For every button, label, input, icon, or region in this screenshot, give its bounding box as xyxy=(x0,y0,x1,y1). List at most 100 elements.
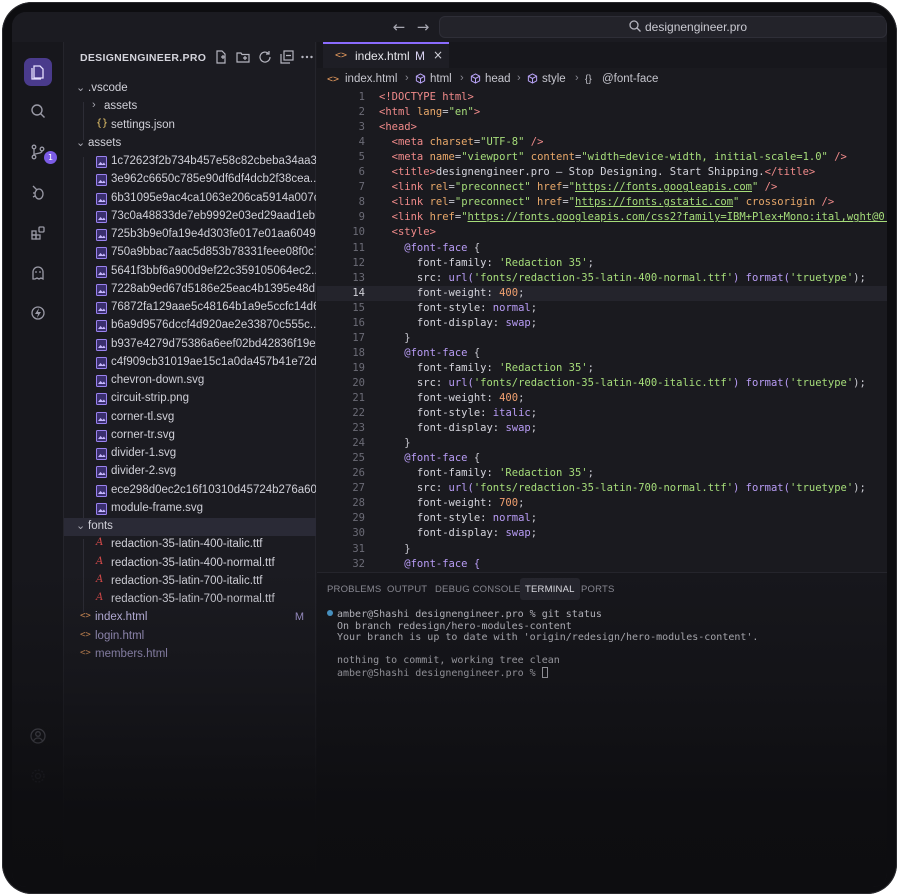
file-item[interactable]: 7228ab9ed67d5186e25eac4b1395e48d... xyxy=(64,281,316,299)
file-item[interactable]: Aredaction-35-latin-700-normal.ttf xyxy=(64,591,316,609)
file-item[interactable]: 76872fa129aae5c48164b1a9e5ccfc14d6... xyxy=(64,299,316,317)
file-item[interactable]: divider-1.svg xyxy=(64,445,316,463)
code-token: font-display: xyxy=(379,422,506,435)
code-token: ; xyxy=(530,527,538,540)
file-item[interactable]: <> login.html xyxy=(64,628,316,646)
breadcrumb-item[interactable]: html xyxy=(430,73,452,85)
code-token: "UTF-8" xyxy=(480,136,525,149)
run-debug-icon[interactable] xyxy=(24,179,52,207)
breadcrumb-item[interactable]: head xyxy=(485,73,511,85)
file-item[interactable]: c4f909cb31019ae15c1a0da457b41e72dc... xyxy=(64,354,316,372)
file-item[interactable]: 3e962c6650c785e90df6df4dcb2f38cea... xyxy=(64,171,316,189)
line-content: } xyxy=(379,543,410,555)
code-line[interactable]: 12 font-family: 'Redaction 35'; xyxy=(317,256,887,271)
code-line[interactable]: 5 <meta name="viewport" content="width=d… xyxy=(317,150,887,165)
new-file-icon[interactable] xyxy=(214,50,228,64)
search-icon[interactable] xyxy=(24,97,52,125)
more-icon[interactable] xyxy=(300,50,314,64)
code-line[interactable]: 15 font-style: normal; xyxy=(317,301,887,316)
panel-tab-problems[interactable]: PROBLEMS xyxy=(327,578,381,600)
bottom-panel: PROBLEMS OUTPUT DEBUG CONSOLE TERMINAL PORTS… xyxy=(317,572,887,887)
code-line[interactable]: 14 font-weight: 400; xyxy=(317,285,887,301)
file-item[interactable]: 750a9bbac7aac5d853b78331feee08f0c7... xyxy=(64,244,316,262)
code-token: { xyxy=(467,346,481,359)
folder-item[interactable]: ⌄ .vscode xyxy=(64,80,316,98)
code-line[interactable]: 24 } xyxy=(317,436,887,451)
panel-tab-ports[interactable]: PORTS xyxy=(581,578,615,600)
code-line[interactable]: 29 font-style: normal; xyxy=(317,511,887,526)
code-line[interactable]: 25 @font-face { xyxy=(317,451,887,466)
code-line[interactable]: 27 src: url('fonts/redaction-35-latin-70… xyxy=(317,481,887,496)
file-item[interactable]: corner-tl.svg xyxy=(64,409,316,427)
code-line[interactable]: 2 <html lang="en"> xyxy=(317,105,887,120)
code-line[interactable]: 8 <link rel="preconnect" href="https://f… xyxy=(317,195,887,210)
code-line[interactable]: 20 src: url('fonts/redaction-35-latin-40… xyxy=(317,376,887,391)
file-item[interactable]: 73c0a48833de7eb9992e03ed29aad1eb... xyxy=(64,208,316,226)
copilot-icon[interactable] xyxy=(24,259,52,287)
code-line[interactable]: 7 <link rel="preconnect" href="https://f… xyxy=(317,180,887,195)
code-line[interactable]: 13 src: url('fonts/redaction-35-latin-40… xyxy=(317,271,887,286)
code-line[interactable]: 17 } xyxy=(317,331,887,346)
file-item[interactable]: ece298d0ec2c16f10310d45724b276a60... xyxy=(64,482,316,500)
code-line[interactable]: 32 @font-face { xyxy=(317,557,887,572)
new-folder-icon[interactable] xyxy=(236,50,250,64)
code-editor[interactable]: 1 <!DOCTYPE html> 2 <html lang="en"> 3 <head>… xyxy=(317,90,887,572)
code-line[interactable]: 4 <meta charset="UTF-8" /> xyxy=(317,135,887,150)
tab-index-html[interactable]: <> index.html M × xyxy=(323,42,449,68)
file-item[interactable]: module-frame.svg xyxy=(64,500,316,518)
panel-tab-debug-console[interactable]: DEBUG CONSOLE xyxy=(435,578,520,600)
close-icon[interactable]: × xyxy=(433,48,443,62)
code-line[interactable]: 18 @font-face { xyxy=(317,346,887,361)
folder-item[interactable]: › assets xyxy=(64,98,316,116)
file-item[interactable]: circuit-strip.png xyxy=(64,390,316,408)
code-line[interactable]: 1 <!DOCTYPE html> xyxy=(317,90,887,105)
file-item[interactable]: chevron-down.svg xyxy=(64,372,316,390)
code-line[interactable]: 23 font-display: swap; xyxy=(317,421,887,436)
code-line[interactable]: 10 <style> xyxy=(317,225,887,240)
code-line[interactable]: 21 font-weight: 400; xyxy=(317,391,887,406)
deploy-icon[interactable] xyxy=(24,299,52,327)
code-line[interactable]: 28 font-weight: 700; xyxy=(317,496,887,511)
extensions-icon[interactable] xyxy=(24,219,52,247)
file-item[interactable]: 725b3b9e0fa19e4d303fe017e01aa60491... xyxy=(64,226,316,244)
folder-item[interactable]: ⌄ fonts xyxy=(64,518,316,536)
file-item[interactable]: b937e4279d75386a6eef02bd42836f19e... xyxy=(64,336,316,354)
code-line[interactable]: 11 @font-face { xyxy=(317,241,887,256)
breadcrumb-item[interactable]: index.html xyxy=(345,73,397,85)
code-line[interactable]: 22 font-style: italic; xyxy=(317,406,887,421)
explorer-icon[interactable] xyxy=(24,58,52,86)
code-line[interactable]: 26 font-family: 'Redaction 35'; xyxy=(317,466,887,481)
code-line[interactable]: 9 <link href="https://fonts.googleapis.c… xyxy=(317,210,887,225)
file-item[interactable]: 6b31095e9ac4ca1063e206ca5914a007c... xyxy=(64,190,316,208)
file-item[interactable]: <> index.html M xyxy=(64,609,316,627)
arrow-left-icon[interactable]: ← xyxy=(389,17,409,37)
file-item[interactable]: Aredaction-35-latin-400-italic.ttf xyxy=(64,536,316,554)
command-center[interactable]: designengineer.pro xyxy=(439,16,887,38)
panel-tab-output[interactable]: OUTPUT xyxy=(387,578,427,600)
file-item[interactable]: Aredaction-35-latin-400-normal.ttf xyxy=(64,555,316,573)
panel-tab-terminal[interactable]: TERMINAL xyxy=(520,578,580,600)
code-line[interactable]: 3 <head> xyxy=(317,120,887,135)
folder-item[interactable]: ⌄ assets xyxy=(64,135,316,153)
file-item[interactable]: 1c72623f2b734b457e58c82cbeba34aa3... xyxy=(64,153,316,171)
breadcrumb-item[interactable]: style xyxy=(542,73,566,85)
code-line[interactable]: 31 } xyxy=(317,542,887,557)
settings-icon[interactable] xyxy=(24,762,52,790)
chevron-down-icon: ⌄ xyxy=(76,136,86,149)
file-item[interactable]: corner-tr.svg xyxy=(64,427,316,445)
file-item[interactable]: {} settings.json xyxy=(64,117,316,135)
code-line[interactable]: 19 font-family: 'Redaction 35'; xyxy=(317,361,887,376)
arrow-right-icon[interactable]: → xyxy=(413,17,433,37)
code-line[interactable]: 16 font-display: swap; xyxy=(317,316,887,331)
refresh-icon[interactable] xyxy=(258,50,272,64)
file-item[interactable]: <> members.html xyxy=(64,646,316,664)
code-line[interactable]: 6 <title>designengineer.pro — Stop Desig… xyxy=(317,165,887,180)
collapse-icon[interactable] xyxy=(280,50,294,64)
file-item[interactable]: divider-2.svg xyxy=(64,463,316,481)
file-item[interactable]: 5641f3bbf6a900d9ef22c359105064ec2... xyxy=(64,263,316,281)
account-icon[interactable] xyxy=(24,722,52,750)
breadcrumb-item[interactable]: @font-face xyxy=(602,73,658,85)
code-line[interactable]: 30 font-display: swap; xyxy=(317,526,887,541)
file-item[interactable]: b6a9d9576dccf4d920ae2e33870c555c... xyxy=(64,317,316,335)
file-item[interactable]: Aredaction-35-latin-700-italic.ttf xyxy=(64,573,316,591)
